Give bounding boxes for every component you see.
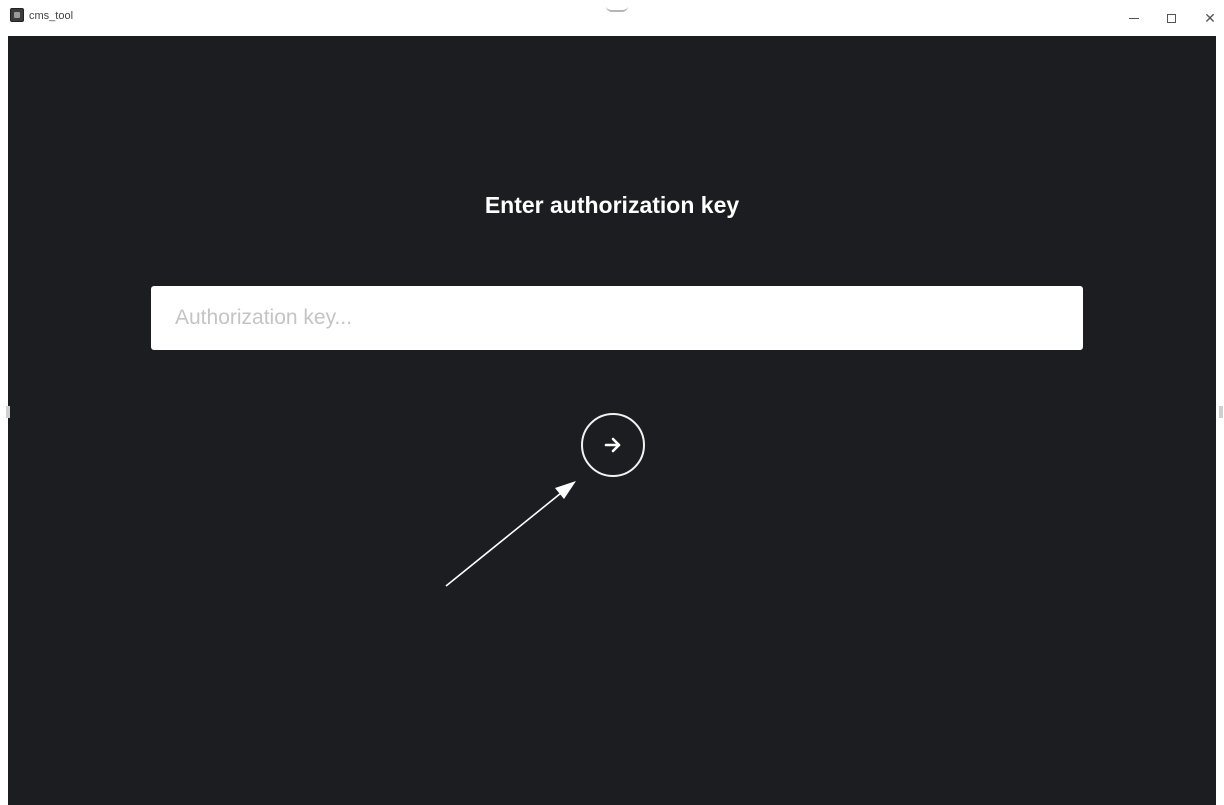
page-title: Enter authorization key: [484, 192, 740, 218]
minimize-icon: [1129, 17, 1139, 19]
resize-handle-left[interactable]: [6, 406, 10, 418]
maximize-icon: [1166, 13, 1176, 23]
window-title: cms_tool: [29, 10, 74, 22]
window-titlebar: cms_tool ✕: [0, 0, 1224, 36]
close-button[interactable]: ✕: [1200, 10, 1220, 26]
authorization-key-input[interactable]: [151, 286, 1083, 350]
app-icon: [10, 8, 24, 22]
submit-button[interactable]: [581, 413, 645, 477]
maximize-button[interactable]: [1161, 10, 1181, 26]
drag-handle[interactable]: [606, 6, 628, 12]
minimize-button[interactable]: [1124, 10, 1144, 26]
arrow-right-icon: [604, 437, 621, 453]
close-icon: ✕: [1204, 10, 1216, 26]
resize-handle-right[interactable]: [1219, 406, 1223, 418]
